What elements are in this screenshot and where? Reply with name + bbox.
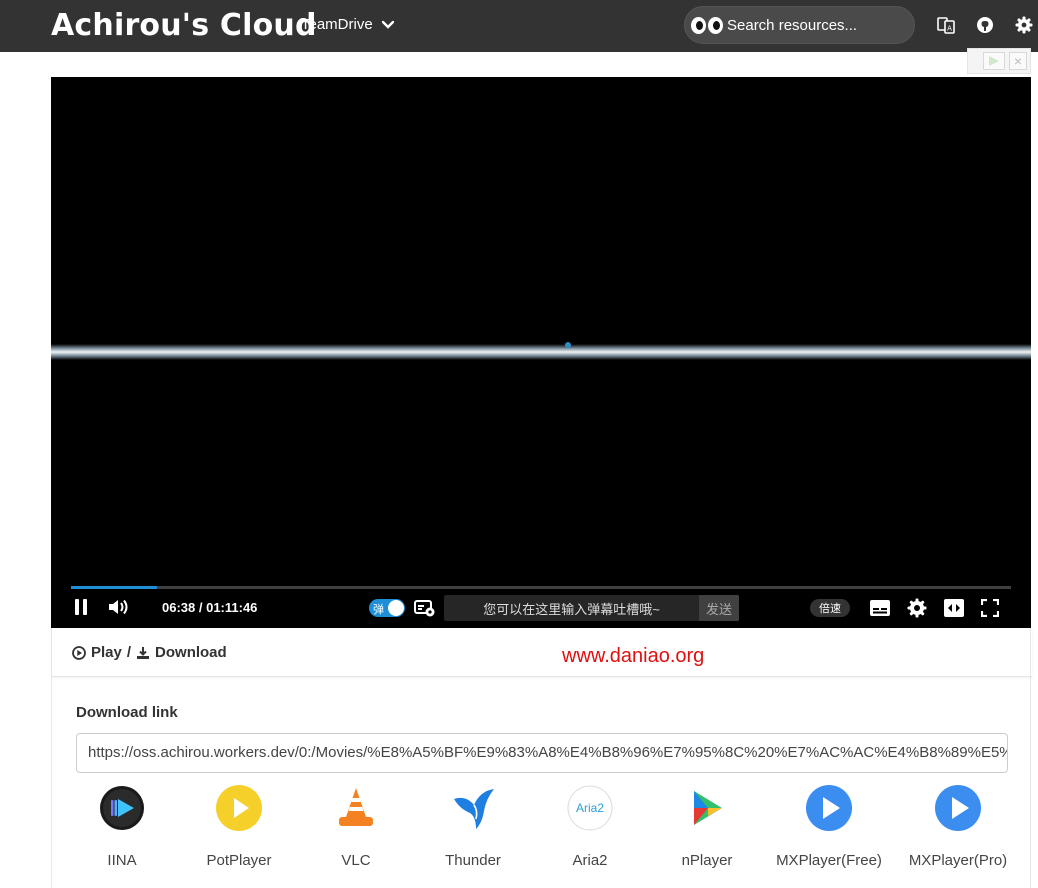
app-nplayer[interactable]: nPlayer bbox=[652, 782, 762, 869]
download-link-input[interactable]: https://oss.achirou.workers.dev/0:/Movie… bbox=[76, 733, 1008, 773]
download-label: Download bbox=[155, 644, 227, 661]
ad-close-icon[interactable]: × bbox=[1009, 52, 1027, 70]
pause-icon[interactable] bbox=[73, 598, 89, 616]
svg-text:Aria2: Aria2 bbox=[576, 801, 604, 815]
web-fullscreen-icon[interactable] bbox=[944, 599, 964, 617]
video-player[interactable]: 06:38 / 01:11:46 弹 您可以在这里输入弹幕吐槽哦~ 发送 倍速 bbox=[51, 77, 1031, 628]
github-icon[interactable] bbox=[976, 16, 994, 34]
progress-bar[interactable] bbox=[71, 586, 1011, 589]
search-box[interactable] bbox=[684, 6, 915, 44]
speed-button[interactable]: 倍速 bbox=[810, 599, 850, 617]
danmaku-input[interactable]: 您可以在这里输入弹幕吐槽哦~ 发送 bbox=[444, 595, 739, 621]
app-label: MXPlayer(Free) bbox=[776, 852, 882, 869]
player-settings-icon[interactable] bbox=[907, 598, 927, 618]
app-vlc[interactable]: VLC bbox=[301, 782, 411, 869]
aria2-icon: Aria2 bbox=[567, 785, 613, 831]
download-link-label: Download link bbox=[76, 704, 178, 721]
navbar: Achirou's Cloud TeamDrive A bbox=[0, 0, 1038, 52]
subtitle-icon[interactable] bbox=[870, 600, 890, 616]
app-label: nPlayer bbox=[681, 852, 733, 869]
mxplayer-pro-icon bbox=[935, 785, 981, 831]
app-thunder[interactable]: Thunder bbox=[418, 782, 528, 869]
search-eyes-icon bbox=[691, 15, 723, 35]
search-input[interactable] bbox=[727, 16, 907, 34]
app-aria2[interactable]: Aria2 Aria2 bbox=[535, 782, 645, 869]
app-label: Thunder bbox=[445, 852, 501, 869]
danmaku-settings-icon[interactable] bbox=[414, 599, 436, 617]
card-title: Play / Download bbox=[72, 644, 227, 661]
danmaku-toggle[interactable]: 弹 bbox=[369, 599, 405, 617]
brand-title[interactable]: Achirou's Cloud bbox=[51, 8, 317, 43]
time-display: 06:38 / 01:11:46 bbox=[162, 600, 258, 615]
ad-play-icon[interactable] bbox=[983, 52, 1005, 70]
video-frame-line bbox=[51, 344, 1031, 360]
download-card: Play / Download www.daniao.org Download … bbox=[51, 628, 1032, 888]
app-label: VLC bbox=[341, 852, 371, 869]
potplayer-icon bbox=[216, 785, 262, 831]
external-player-list: IINA PotPlayer VLC Thunder Aria2 Aria2 n… bbox=[52, 782, 1032, 872]
app-mxplayer-pro[interactable]: MXPlayer(Pro) bbox=[903, 782, 1013, 869]
gear-icon[interactable] bbox=[1015, 16, 1033, 34]
download-icon bbox=[137, 646, 150, 659]
drive-selector-label: TeamDrive bbox=[301, 16, 373, 33]
nplayer-icon bbox=[694, 791, 722, 825]
translate-icon[interactable]: A bbox=[937, 16, 955, 34]
danmaku-send-button[interactable]: 发送 bbox=[699, 595, 739, 621]
watermark-text: www.daniao.org bbox=[562, 645, 705, 667]
app-label: Aria2 bbox=[572, 852, 608, 869]
danmaku-placeholder: 您可以在这里输入弹幕吐槽哦~ bbox=[483, 601, 660, 617]
app-potplayer[interactable]: PotPlayer bbox=[184, 782, 294, 869]
danmaku-toggle-label: 弹 bbox=[373, 604, 384, 616]
fullscreen-icon[interactable] bbox=[981, 599, 999, 617]
ad-widget: × bbox=[967, 48, 1031, 74]
volume-icon[interactable] bbox=[108, 598, 130, 616]
progress-fill bbox=[71, 586, 158, 589]
mxplayer-free-icon bbox=[806, 785, 852, 831]
drive-selector[interactable]: TeamDrive bbox=[301, 16, 395, 33]
app-iina[interactable]: IINA bbox=[67, 782, 177, 869]
player-controls: 06:38 / 01:11:46 弹 您可以在这里输入弹幕吐槽哦~ 发送 倍速 bbox=[51, 594, 1031, 628]
thunder-icon bbox=[454, 789, 494, 829]
app-mxplayer-free[interactable]: MXPlayer(Free) bbox=[774, 782, 884, 869]
app-label: IINA bbox=[107, 852, 137, 869]
play-label: Play bbox=[91, 644, 122, 661]
iina-icon bbox=[100, 786, 144, 830]
chevron-down-icon bbox=[381, 20, 394, 29]
title-separator: / bbox=[126, 644, 132, 661]
svg-text:A: A bbox=[947, 25, 952, 33]
vlc-icon bbox=[339, 788, 373, 826]
play-circle-icon bbox=[72, 645, 86, 660]
loading-indicator bbox=[565, 342, 571, 348]
app-label: MXPlayer(Pro) bbox=[908, 852, 1008, 869]
card-header: Play / Download www.daniao.org bbox=[52, 628, 1032, 677]
app-label: PotPlayer bbox=[206, 852, 272, 869]
